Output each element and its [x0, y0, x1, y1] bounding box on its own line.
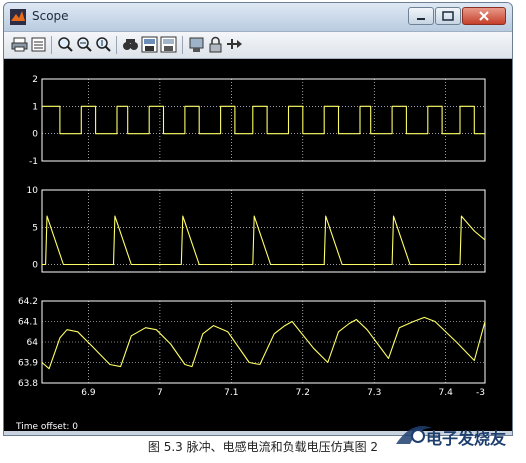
y-tick-label: 63.9	[18, 359, 38, 369]
x-tick-label: 7.2	[296, 388, 310, 398]
toolbar	[4, 32, 512, 59]
zoom-x-icon[interactable]	[76, 36, 93, 53]
x-exponent-label: -3	[476, 388, 485, 398]
zoom-icon[interactable]	[57, 36, 74, 53]
restore-axes-icon[interactable]	[160, 36, 177, 53]
title-bar: Scope	[4, 3, 512, 32]
trace-series-3	[41, 316, 486, 370]
y-tick-label: 0	[32, 130, 38, 140]
window-title: Scope	[32, 9, 69, 23]
y-tick-label: 64.1	[18, 318, 38, 328]
maximize-button[interactable]	[435, 7, 461, 25]
trace-series-1	[42, 105, 485, 135]
time-offset-label: Time offset: 0	[16, 422, 78, 432]
y-tick-label: 63.8	[18, 379, 38, 389]
scope-plot-area: 2 1 0 -1 10 5 0 64.2 64.1 64 63.9 63.8 6.9 7 7.1 7.2 7.3…	[4, 59, 512, 431]
print-icon[interactable]	[11, 36, 28, 53]
axes-frame-2	[41, 189, 486, 273]
y-tick-label: 0	[32, 261, 38, 271]
save-axes-icon[interactable]	[141, 36, 158, 53]
x-tick-label: 7.1	[224, 388, 238, 398]
y-tick-label: 10	[27, 186, 39, 196]
zoom-y-icon[interactable]	[95, 36, 112, 53]
axes-frame-1	[41, 78, 486, 162]
close-button[interactable]	[462, 7, 506, 25]
minimize-icon	[417, 18, 425, 20]
x-tick-label: 7	[157, 388, 163, 398]
lock-axes-icon[interactable]	[207, 36, 224, 53]
y-tick-label: 64	[27, 338, 39, 348]
matlab-app-icon	[10, 9, 26, 25]
close-icon	[479, 11, 489, 21]
y-tick-label: 2	[32, 75, 38, 85]
y-tick-label: 5	[32, 223, 38, 233]
site-logo-text: 电子发烧友	[426, 429, 507, 448]
minimize-button[interactable]	[408, 7, 434, 25]
autoscale-icon[interactable]	[122, 36, 139, 53]
parameters-icon[interactable]	[30, 36, 47, 53]
trace-series-2	[42, 215, 486, 266]
x-tick-label: 7.3	[367, 388, 381, 398]
y-tick-label: 64.2	[18, 297, 38, 307]
maximize-icon	[442, 11, 454, 21]
y-tick-label: -1	[29, 157, 38, 167]
scope-window: Scope 2 1 0 -1 10 5 0 64.2 64.1 64 63.9 63.8 6.9 7 7.1…	[3, 2, 513, 436]
floating-scope-icon[interactable]	[188, 36, 205, 53]
signal-selection-icon[interactable]	[226, 36, 243, 53]
x-tick-label: 6.9	[81, 388, 96, 398]
x-tick-label: 7.4	[439, 388, 454, 398]
scope-plots-svg: 210-1105064.264.16463.963.86.9 7 7.1 7.2 7.3…	[18, 75, 486, 398]
y-tick-label: 1	[32, 102, 38, 112]
